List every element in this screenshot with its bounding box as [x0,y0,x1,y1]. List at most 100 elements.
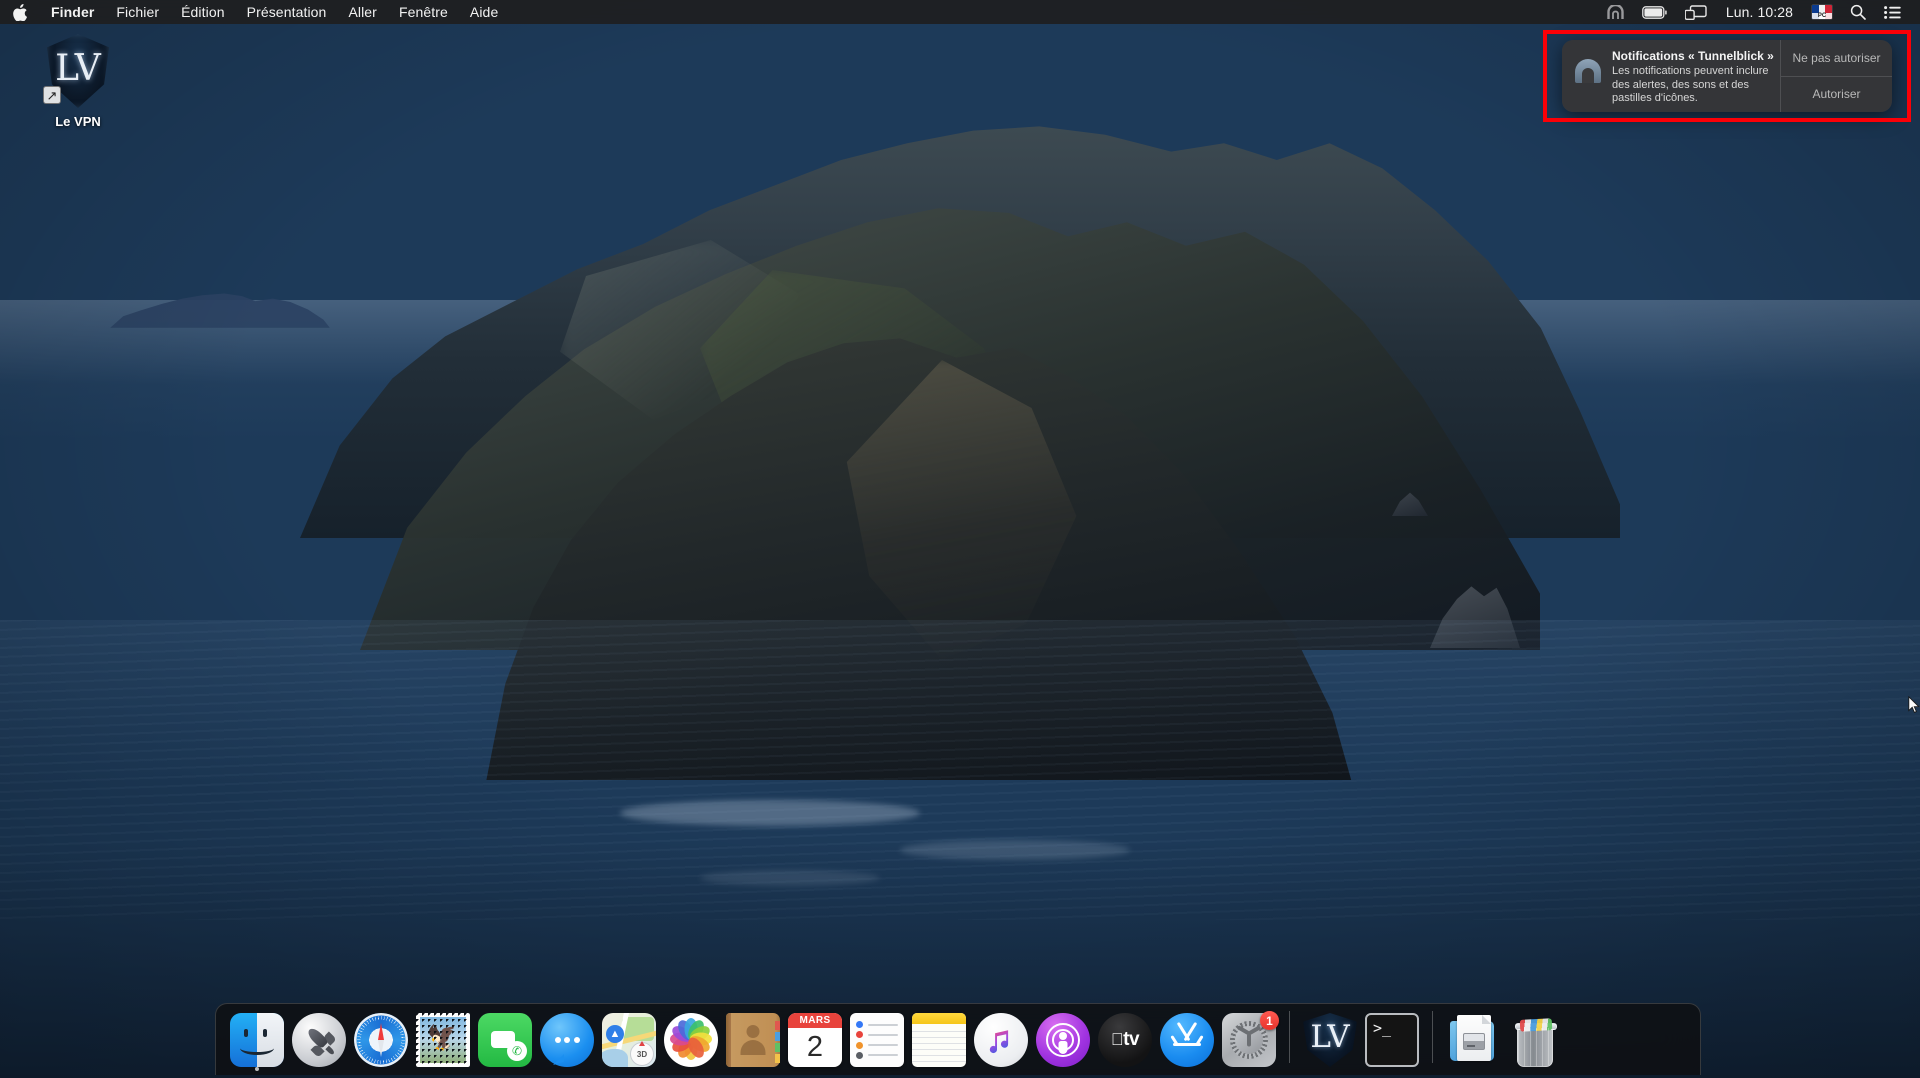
dock-item-finder[interactable] [226,1003,288,1071]
menu-bar-clock[interactable]: Lun. 10:28 [1716,0,1803,24]
desktop-wallpaper [0,0,1920,1078]
mail-stamp-icon: 🦅 [416,1013,470,1067]
dock-item-facetime[interactable]: ✆ [474,1003,536,1071]
dock-item-app-store[interactable] [1156,1003,1218,1071]
dock-item-system-preferences[interactable]: 1 [1218,1003,1280,1071]
dock-item-mail[interactable]: 🦅 [412,1003,474,1071]
dock-separator-1 [1289,1011,1290,1063]
contacts-icon [726,1013,780,1067]
system-preferences-icon: 1 [1222,1011,1279,1067]
podcasts-icon [1036,1013,1090,1067]
notification-text: Notifications « Tunnelblick » Les notifi… [1612,48,1774,104]
finder-icon [230,1013,284,1067]
apple-logo-icon[interactable] [0,0,40,24]
menu-bar: Finder Fichier Édition Présentation Alle… [0,0,1920,24]
control-center-icon[interactable] [1875,0,1910,24]
dock-item-reminders[interactable] [846,1003,908,1071]
le-vpn-monogram: LV [55,48,101,89]
dock-item-apple-tv[interactable]: tv [1094,1003,1156,1071]
menu-item-aide[interactable]: Aide [459,0,509,24]
island-highlight-upper [560,240,800,420]
screen-mirroring-icon[interactable] [1676,0,1716,24]
dock-item-maps[interactable]: ▲ 3D [598,1003,660,1071]
safari-icon [354,1013,408,1067]
terminal-icon: >_ [1365,1013,1419,1067]
maps-3d-compass-icon: 3D [630,1042,654,1066]
menu-bar-status-area: Lun. 10:28 PC [1598,0,1920,24]
terminal-prompt: >_ [1373,1019,1392,1037]
dock-item-photos[interactable] [660,1003,722,1071]
dock-item-trash[interactable] [1504,1003,1566,1071]
notes-icon [912,1013,966,1067]
menu-item-aller[interactable]: Aller [337,0,388,24]
battery-icon[interactable] [1633,0,1676,24]
menu-item-presentation[interactable]: Présentation [236,0,338,24]
tunnelblick-icon [1573,55,1603,85]
calendar-icon: MARS 2 [788,1013,842,1067]
notification-title: Notifications « Tunnelblick » [1612,49,1774,63]
dock-item-launchpad[interactable] [288,1003,350,1071]
tunnelblick-tunnel-icon[interactable] [1598,0,1633,24]
dock-item-music[interactable] [970,1003,1032,1071]
apple-tv-text: tv [1117,1029,1139,1050]
app-store-icon [1160,1013,1214,1067]
sea-foam-2 [900,840,1130,860]
deny-notifications-button[interactable]: Ne pas autoriser [1781,40,1892,77]
island-back-ridge [300,126,1620,538]
dock: 🦅 ✆ ▲ 3D MARS 2 tv 1 LV >_ [215,1003,1701,1075]
dock-separator-2 [1432,1011,1433,1063]
desktop-icon-le-vpn[interactable]: LV ↗ Le VPN [30,34,126,130]
trash-icon [1508,1013,1562,1067]
island-front-cliff [486,338,1352,780]
notification-actions: Ne pas autoriser Autoriser [1780,40,1892,112]
sea-foam-3 [700,870,880,886]
offshore-rock-large [1430,586,1520,648]
dock-item-safari[interactable] [350,1003,412,1071]
french-flag-icon[interactable]: PC [1803,0,1841,24]
facetime-icon: ✆ [478,1013,532,1067]
apple-tv-icon: tv [1098,1013,1152,1067]
menu-item-edition[interactable]: Édition [170,0,236,24]
notification-badge: 1 [1260,1011,1279,1030]
reminders-icon [850,1013,904,1067]
notification-message: Les notifications peuvent inclure des al… [1612,65,1769,104]
mouse-cursor [1908,696,1920,714]
maps-icon: ▲ 3D [602,1013,656,1067]
dock-item-downloads[interactable] [1442,1003,1504,1071]
offshore-rock-small [1392,492,1428,516]
notification-body: Notifications « Tunnelblick » Les notifi… [1562,40,1780,112]
calendar-day: 2 [806,1031,824,1063]
dock-item-messages[interactable] [536,1003,598,1071]
dock-item-terminal[interactable]: >_ [1361,1003,1423,1071]
sea-foam-1 [620,800,920,826]
dock-item-le-vpn[interactable]: LV [1299,1003,1361,1071]
menu-item-finder[interactable]: Finder [40,0,105,24]
dock-item-notes[interactable] [908,1003,970,1071]
allow-notifications-button[interactable]: Autoriser [1781,77,1892,113]
input-source-flag: PC [1812,5,1832,19]
menu-item-fichier[interactable]: Fichier [105,0,170,24]
calendar-month: MARS [788,1013,842,1028]
le-vpn-dock-monogram: LV [1310,1018,1350,1055]
input-source-label: PC [1812,13,1832,19]
island-highlight-trail [846,360,1077,660]
messages-icon [540,1013,594,1067]
wallpaper-vignette [0,0,1920,1078]
running-indicator [255,1067,259,1071]
sea-sheen [0,620,1920,920]
dock-item-contacts[interactable] [722,1003,784,1071]
music-icon [974,1013,1028,1067]
photos-icon [664,1013,718,1067]
far-island-silhouette [110,293,330,328]
le-vpn-icon: LV [1303,1013,1357,1067]
dock-item-podcasts[interactable] [1032,1003,1094,1071]
menu-item-fenetre[interactable]: Fenêtre [388,0,459,24]
desktop-icon-label: Le VPN [55,114,101,129]
island-highlight-green [700,270,1017,500]
island-mid-ridge [360,208,1540,650]
downloads-stack-icon [1446,1013,1500,1067]
dock-item-calendar[interactable]: MARS 2 [784,1003,846,1071]
alias-arrow-icon: ↗ [43,86,61,104]
spotlight-search-icon[interactable] [1841,0,1875,24]
notification-banner-tunnelblick[interactable]: Notifications « Tunnelblick » Les notifi… [1562,40,1892,112]
